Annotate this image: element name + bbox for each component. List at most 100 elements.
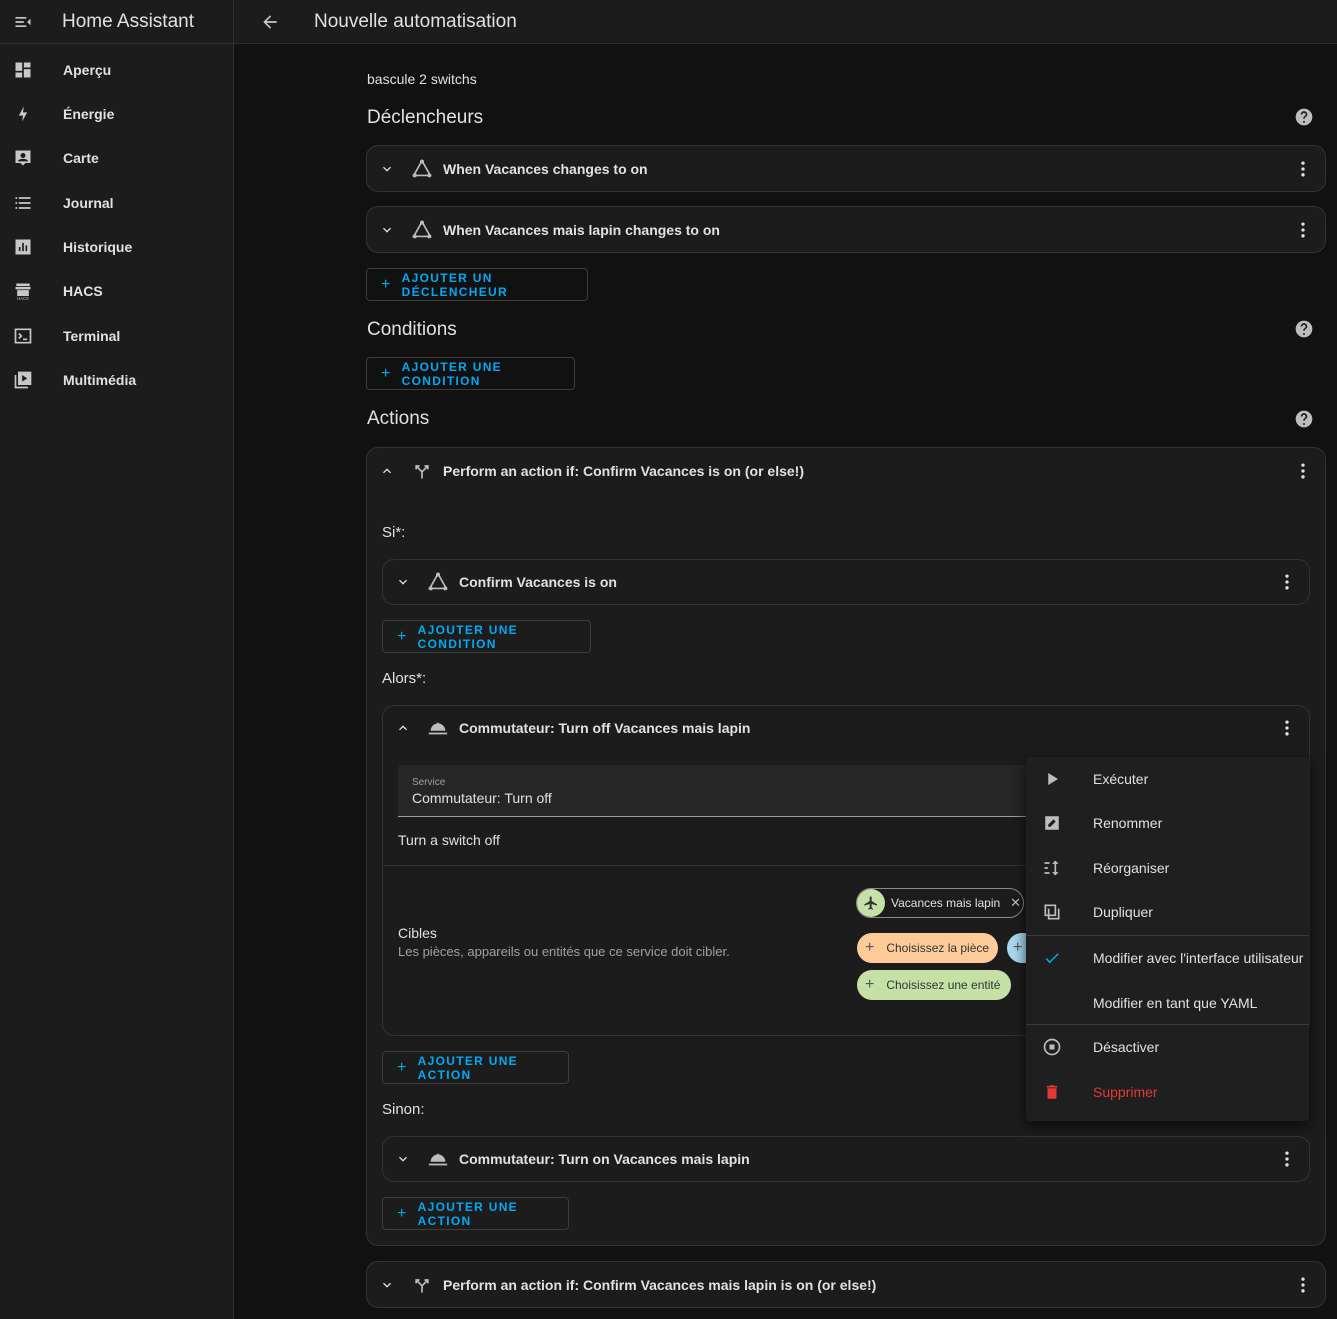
- room-service-icon: [423, 1148, 453, 1170]
- menu-item-label: Renommer: [1093, 815, 1163, 831]
- help-icon[interactable]: [1294, 107, 1314, 127]
- plus-icon: +: [865, 976, 875, 993]
- trigger-card[interactable]: When Vacances mais lapin changes to on: [366, 206, 1326, 253]
- menu-item-edit-yaml[interactable]: Modifier en tant que YAML: [1026, 981, 1309, 1025]
- more-vert-icon[interactable]: [1291, 1273, 1315, 1297]
- plus-icon: +: [397, 1204, 408, 1222]
- more-vert-icon[interactable]: [1275, 570, 1299, 594]
- chevron-down-icon[interactable]: [383, 574, 423, 590]
- more-vert-icon[interactable]: [1275, 716, 1299, 740]
- sidebar-item-energie[interactable]: Énergie: [0, 92, 233, 136]
- else-action-card[interactable]: Commutateur: Turn on Vacances mais lapin: [382, 1136, 1310, 1182]
- action-label: Perform an action if: Confirm Vacances m…: [443, 1277, 877, 1293]
- if-condition-card[interactable]: Confirm Vacances is on: [382, 559, 1310, 605]
- chevron-up-icon[interactable]: [367, 463, 407, 479]
- chevron-down-icon[interactable]: [383, 1151, 423, 1167]
- sidebar-item-label: Historique: [63, 239, 133, 255]
- action-label: Commutateur: Turn on Vacances mais lapin: [459, 1151, 750, 1167]
- action-row[interactable]: Commutateur: Turn on Vacances mais lapin: [383, 1137, 1309, 1181]
- more-vert-icon[interactable]: [1291, 218, 1315, 242]
- back-arrow-icon[interactable]: [234, 12, 306, 32]
- help-icon[interactable]: [1294, 409, 1314, 429]
- sidebar: Home Assistant Aperçu Énergie Carte Jour…: [0, 0, 234, 1319]
- menu-item-label: Réorganiser: [1093, 860, 1170, 876]
- sidebar-item-multimedia[interactable]: Multimédia: [0, 358, 233, 402]
- automation-name[interactable]: bascule 2 switchs: [367, 71, 477, 87]
- close-icon[interactable]: ✕: [1010, 895, 1021, 911]
- menu-item-edit-ui[interactable]: Modifier avec l'interface utilisateur: [1026, 936, 1309, 980]
- action-overflow-menu: Exécuter Renommer Réorganiser Dupliquer …: [1026, 757, 1309, 1121]
- service-field-value: Commutateur: Turn off: [412, 790, 552, 806]
- trigger-label: When Vacances mais lapin changes to on: [443, 222, 720, 238]
- choose-entity-chip[interactable]: + Choisissez une entité: [857, 970, 1011, 1000]
- reorder-icon: [1026, 858, 1078, 878]
- action-row[interactable]: Perform an action if: Confirm Vacances i…: [367, 448, 1325, 494]
- add-trigger-label: AJOUTER UN DÉCLENCHEUR: [401, 270, 508, 299]
- menu-toggle-icon[interactable]: [0, 12, 46, 32]
- plus-icon: +: [1013, 939, 1023, 956]
- action-label: Perform an action if: Confirm Vacances i…: [443, 463, 804, 479]
- stop-circle-icon: [1026, 1037, 1078, 1057]
- action-row[interactable]: Perform an action if: Confirm Vacances m…: [367, 1262, 1325, 1308]
- menu-item-duplicate[interactable]: Dupliquer: [1026, 890, 1309, 934]
- add-trigger-button[interactable]: + AJOUTER UN DÉCLENCHEUR: [366, 268, 588, 301]
- chevron-down-icon[interactable]: [367, 1277, 407, 1293]
- action-card-if[interactable]: Perform an action if: Confirm Vacances m…: [366, 1261, 1326, 1308]
- help-icon[interactable]: [1294, 319, 1314, 339]
- sidebar-item-label: Journal: [63, 195, 114, 211]
- menu-item-rename[interactable]: Renommer: [1026, 801, 1309, 845]
- targets-description: Les pièces, appareils ou entités que ce …: [398, 944, 730, 959]
- sidebar-item-label: Terminal: [63, 328, 121, 344]
- sidebar-item-hacs[interactable]: HACS HACS: [0, 269, 233, 313]
- sidebar-item-apercu[interactable]: Aperçu: [0, 48, 233, 92]
- plus-icon: +: [865, 939, 875, 956]
- sidebar-item-label: Carte: [63, 150, 99, 166]
- menu-item-reorder[interactable]: Réorganiser: [1026, 846, 1309, 890]
- chevron-down-icon[interactable]: [367, 222, 407, 238]
- service-field-label: Service: [412, 777, 446, 788]
- app-title: Home Assistant: [62, 10, 194, 32]
- else-label: Sinon:: [382, 1101, 425, 1118]
- chart-bar-icon: [0, 237, 46, 257]
- lightning-icon: [0, 104, 46, 124]
- more-vert-icon[interactable]: [1291, 157, 1315, 181]
- sidebar-item-carte[interactable]: Carte: [0, 136, 233, 180]
- more-vert-icon[interactable]: [1291, 459, 1315, 483]
- duplicate-icon: [1026, 902, 1078, 922]
- chevron-down-icon[interactable]: [367, 161, 407, 177]
- trigger-row[interactable]: When Vacances changes to on: [367, 146, 1325, 192]
- section-title-actions: Actions: [367, 408, 430, 429]
- sidebar-item-terminal[interactable]: Terminal: [0, 314, 233, 358]
- action-row[interactable]: Commutateur: Turn off Vacances mais lapi…: [383, 706, 1309, 750]
- page-title: Nouvelle automatisation: [314, 10, 517, 32]
- menu-item-disable[interactable]: Désactiver: [1026, 1025, 1309, 1069]
- add-action-label: AJOUTER UNE ACTION: [417, 1053, 518, 1082]
- add-condition-button[interactable]: + AJOUTER UNE CONDITION: [382, 620, 591, 653]
- sidebar-item-label: Aperçu: [63, 62, 112, 78]
- section-title-triggers: Déclencheurs: [367, 107, 484, 128]
- entity-chip[interactable]: Vacances mais lapin ✕: [856, 888, 1024, 918]
- menu-item-run[interactable]: Exécuter: [1026, 757, 1309, 801]
- add-action-label: AJOUTER UNE ACTION: [417, 1199, 518, 1228]
- more-vert-icon[interactable]: [1275, 1147, 1299, 1171]
- sidebar-item-historique[interactable]: Historique: [0, 225, 233, 269]
- service-field[interactable]: Service Commutateur: Turn off: [398, 765, 1038, 817]
- chevron-up-icon[interactable]: [383, 720, 423, 736]
- sidebar-item-journal[interactable]: Journal: [0, 181, 233, 225]
- add-action-button[interactable]: + AJOUTER UNE ACTION: [382, 1197, 569, 1230]
- sidebar-header: Home Assistant: [0, 0, 233, 44]
- svg-text:HACS: HACS: [17, 296, 29, 301]
- choose-room-chip[interactable]: + Choisissez la pièce: [857, 933, 998, 963]
- menu-item-label: Exécuter: [1093, 771, 1149, 787]
- state-condition-icon: [423, 571, 453, 593]
- choose-room-label: Choisissez la pièce: [886, 941, 990, 955]
- trigger-card[interactable]: When Vacances changes to on: [366, 145, 1326, 192]
- add-action-button[interactable]: + AJOUTER UNE ACTION: [382, 1051, 569, 1084]
- rename-icon: [1026, 814, 1078, 832]
- menu-item-label: Modifier avec l'interface utilisateur: [1093, 950, 1304, 966]
- menu-item-delete[interactable]: Supprimer: [1026, 1070, 1309, 1114]
- trigger-row[interactable]: When Vacances mais lapin changes to on: [367, 207, 1325, 253]
- condition-label: Confirm Vacances is on: [459, 574, 617, 590]
- add-condition-button[interactable]: + AJOUTER UNE CONDITION: [366, 357, 575, 390]
- condition-row[interactable]: Confirm Vacances is on: [383, 560, 1309, 604]
